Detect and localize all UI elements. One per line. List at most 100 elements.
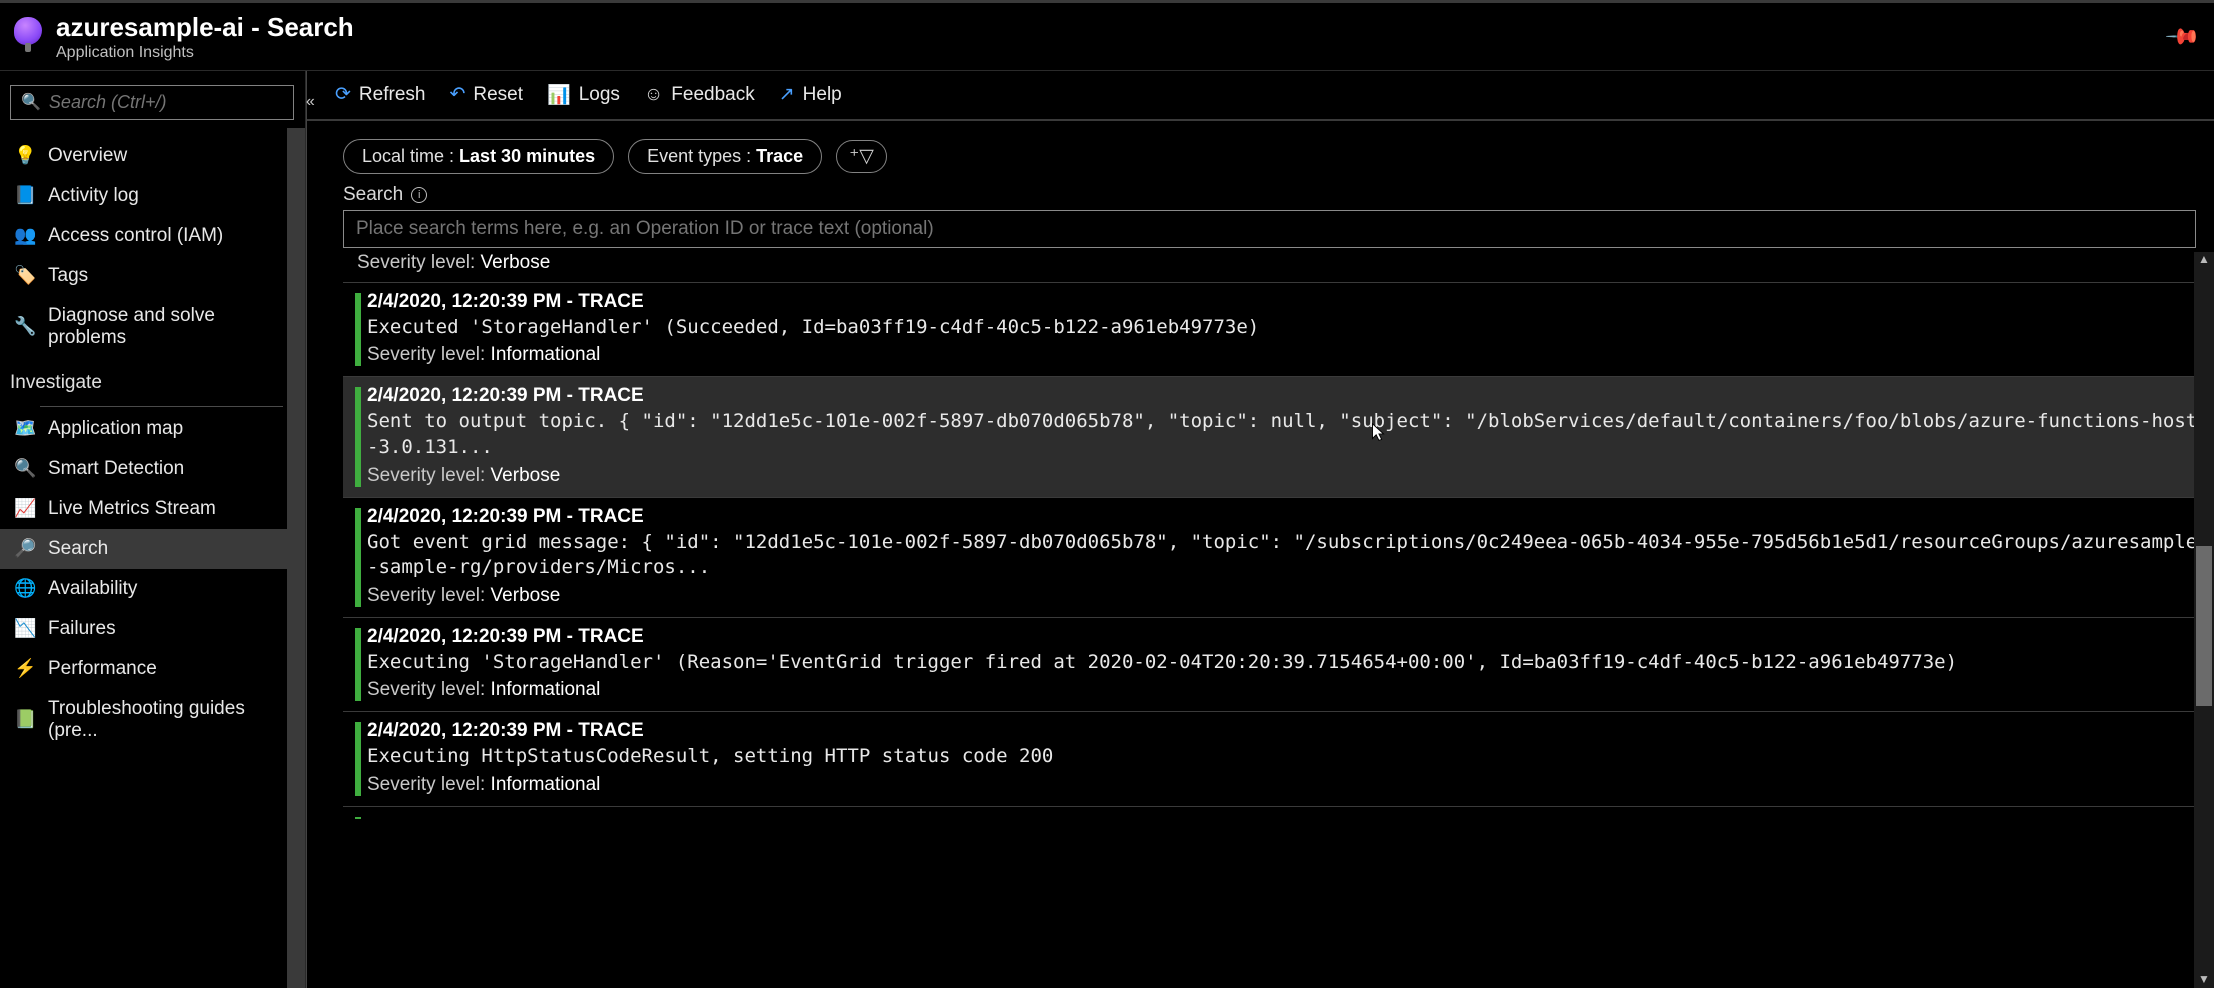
nav-icon: 🔍 (14, 458, 34, 479)
sidebar-item-overview[interactable]: 💡 Overview (0, 136, 305, 176)
trace-row[interactable]: 2/4/2020, 12:20:39 PM - TRACE Got event … (343, 497, 2214, 617)
trace-timestamp: 2/4/2020, 12:20:39 PM - TRACE (367, 385, 2204, 407)
refresh-icon: ⟳ (335, 83, 351, 106)
add-filter-button[interactable]: ⁺▽ (836, 140, 887, 173)
type-prefix: Event types : (647, 146, 756, 166)
logs-label: Logs (579, 84, 620, 106)
toolbar: ⟳Refresh ↶ Reset 📊 Logs ☺ Feedback ↗Help (307, 71, 2214, 121)
pin-icon[interactable]: 📌 (2163, 18, 2201, 56)
sidebar-search[interactable]: 🔍 (10, 85, 294, 120)
trace-severity: Severity level: Informational (367, 344, 2204, 366)
trace-severity-bar (355, 293, 361, 367)
page-subtitle: Application Insights (56, 44, 354, 62)
scrollbar[interactable]: ▲ ▼ (2194, 252, 2214, 988)
nav-icon: 🔧 (14, 316, 34, 337)
nav-icon: 🏷️ (14, 265, 34, 286)
nav-icon: 🔎 (14, 538, 34, 559)
logs-icon: 📊 (547, 83, 571, 107)
trace-message: Sent to output topic. { "id": "12dd1e5c-… (367, 409, 2204, 460)
info-icon[interactable]: i (411, 187, 427, 203)
main-content: ⟳Refresh ↶ Reset 📊 Logs ☺ Feedback ↗Help Lo… (306, 71, 2214, 988)
sidebar-item-activity-log[interactable]: 📘 Activity log (0, 176, 305, 216)
trace-severity-bar (355, 508, 361, 607)
nav-icon: 📘 (14, 185, 34, 206)
nav-label: Diagnose and solve problems (48, 305, 295, 349)
trace-row[interactable]: 2/4/2020, 12:20:39 PM - TRACE Executed '… (343, 282, 2214, 377)
page-title: azuresample-ai - Search (56, 13, 354, 42)
nav-label: Performance (48, 658, 157, 680)
sidebar-item-performance[interactable]: ⚡ Performance (0, 649, 305, 689)
nav-label: Live Metrics Stream (48, 498, 216, 520)
sidebar-item-failures[interactable]: 📉Failures (0, 609, 305, 649)
sidebar-item-live-metrics[interactable]: 📈Live Metrics Stream (0, 489, 305, 529)
sidebar-item-diagnose[interactable]: 🔧 Diagnose and solve problems (0, 296, 305, 358)
search-input[interactable] (356, 218, 2183, 240)
trace-severity: Severity level: Informational (367, 679, 2204, 701)
nav-icon: 🗺️ (14, 418, 34, 439)
nav-label: Activity log (48, 185, 139, 207)
nav-icon: ⚡ (14, 658, 34, 679)
trace-timestamp: 2/4/2020, 12:20:39 PM - TRACE (367, 626, 2204, 648)
sidebar-item-search[interactable]: 🔎Search (0, 529, 305, 569)
trace-row[interactable]: 2/4/2020, 12:20:39 PM - TRACE Executing … (343, 711, 2214, 806)
trace-message: Executing HttpStatusCodeResult, setting … (367, 744, 2204, 770)
trace-severity-bar (355, 817, 361, 819)
trace-severity: Severity level: Verbose (367, 465, 2204, 487)
search-label: Search (343, 184, 403, 206)
scroll-down-arrow[interactable]: ▼ (2196, 972, 2212, 988)
feedback-icon: ☺ (644, 84, 663, 106)
nav-label: Availability (48, 578, 137, 600)
nav-label: Access control (IAM) (48, 225, 223, 247)
feedback-button[interactable]: ☺ Feedback (644, 84, 755, 106)
refresh-button[interactable]: ⟳Refresh (335, 83, 425, 106)
trace-severity: Severity level: Informational (367, 774, 2204, 796)
severity-row: Severity level: Verbose (343, 252, 2214, 282)
nav-icon: 📗 (14, 709, 34, 730)
trace-row[interactable]: 2/4/2020, 12:20:39 PM - TRACE Executing … (343, 617, 2214, 712)
sidebar-item-access-control[interactable]: 👥 Access control (IAM) (0, 216, 305, 256)
search-field-wrap[interactable] (343, 210, 2196, 248)
nav-icon: 🌐 (14, 578, 34, 599)
type-value: Trace (756, 146, 803, 166)
trace-row[interactable]: 2/4/2020, 12:20:39 PM - TRACE Sent to ou… (343, 376, 2214, 496)
sidebar-item-troubleshooting[interactable]: 📗 Troubleshooting guides (pre... (0, 689, 305, 751)
section-investigate: Investigate (0, 358, 305, 400)
trace-severity-bar (355, 387, 361, 486)
nav-label: Overview (48, 145, 127, 167)
app-insights-icon (14, 17, 42, 45)
sidebar-item-smart-detection[interactable]: 🔍 Smart Detection (0, 449, 305, 489)
results-list: Severity level: Verbose 2/4/2020, 12:20:… (307, 252, 2214, 988)
logs-button[interactable]: 📊 Logs (547, 83, 620, 107)
scroll-up-arrow[interactable]: ▲ (2196, 252, 2212, 268)
sidebar-item-application-map[interactable]: 🗺️Application map (0, 409, 305, 449)
trace-message: Executing 'StorageHandler' (Reason='Even… (367, 650, 2204, 676)
trace-row[interactable] (343, 806, 2214, 829)
time-prefix: Local time : (362, 146, 459, 166)
trace-message: Executed 'StorageHandler' (Succeeded, Id… (367, 315, 2204, 341)
help-button[interactable]: ↗Help (779, 83, 842, 106)
nav-label: Smart Detection (48, 458, 184, 480)
filter-icon: ⁺▽ (849, 146, 874, 167)
nav-icon: 👥 (14, 225, 34, 246)
scroll-thumb[interactable] (2196, 546, 2212, 706)
trace-timestamp: 2/4/2020, 12:20:39 PM - TRACE (367, 506, 2204, 528)
collapse-sidebar-icon[interactable]: « (300, 91, 321, 113)
sidebar-search-input[interactable] (49, 92, 283, 113)
sidebar-item-tags[interactable]: 🏷️Tags (0, 256, 305, 296)
reset-icon: ↶ (449, 83, 465, 106)
sidebar: 🔍 « 💡Overview📘Activity log👥Access contro… (0, 71, 306, 988)
event-types-pill[interactable]: Event types : Trace (628, 139, 822, 174)
help-icon: ↗ (779, 83, 795, 106)
section-separator (40, 406, 283, 407)
nav-icon: 💡 (14, 145, 34, 166)
search-icon: 🔍 (21, 92, 41, 112)
reset-label: Reset (473, 84, 523, 106)
trace-timestamp: 2/4/2020, 12:20:39 PM - TRACE (367, 291, 2204, 313)
feedback-label: Feedback (671, 84, 754, 106)
trace-severity: Severity level: Verbose (367, 585, 2204, 607)
nav-label: Troubleshooting guides (pre... (48, 698, 295, 742)
reset-button[interactable]: ↶ Reset (449, 83, 523, 106)
sidebar-item-availability[interactable]: 🌐 Availability (0, 569, 305, 609)
trace-severity-bar (355, 628, 361, 702)
time-range-pill[interactable]: Local time : Last 30 minutes (343, 139, 614, 174)
